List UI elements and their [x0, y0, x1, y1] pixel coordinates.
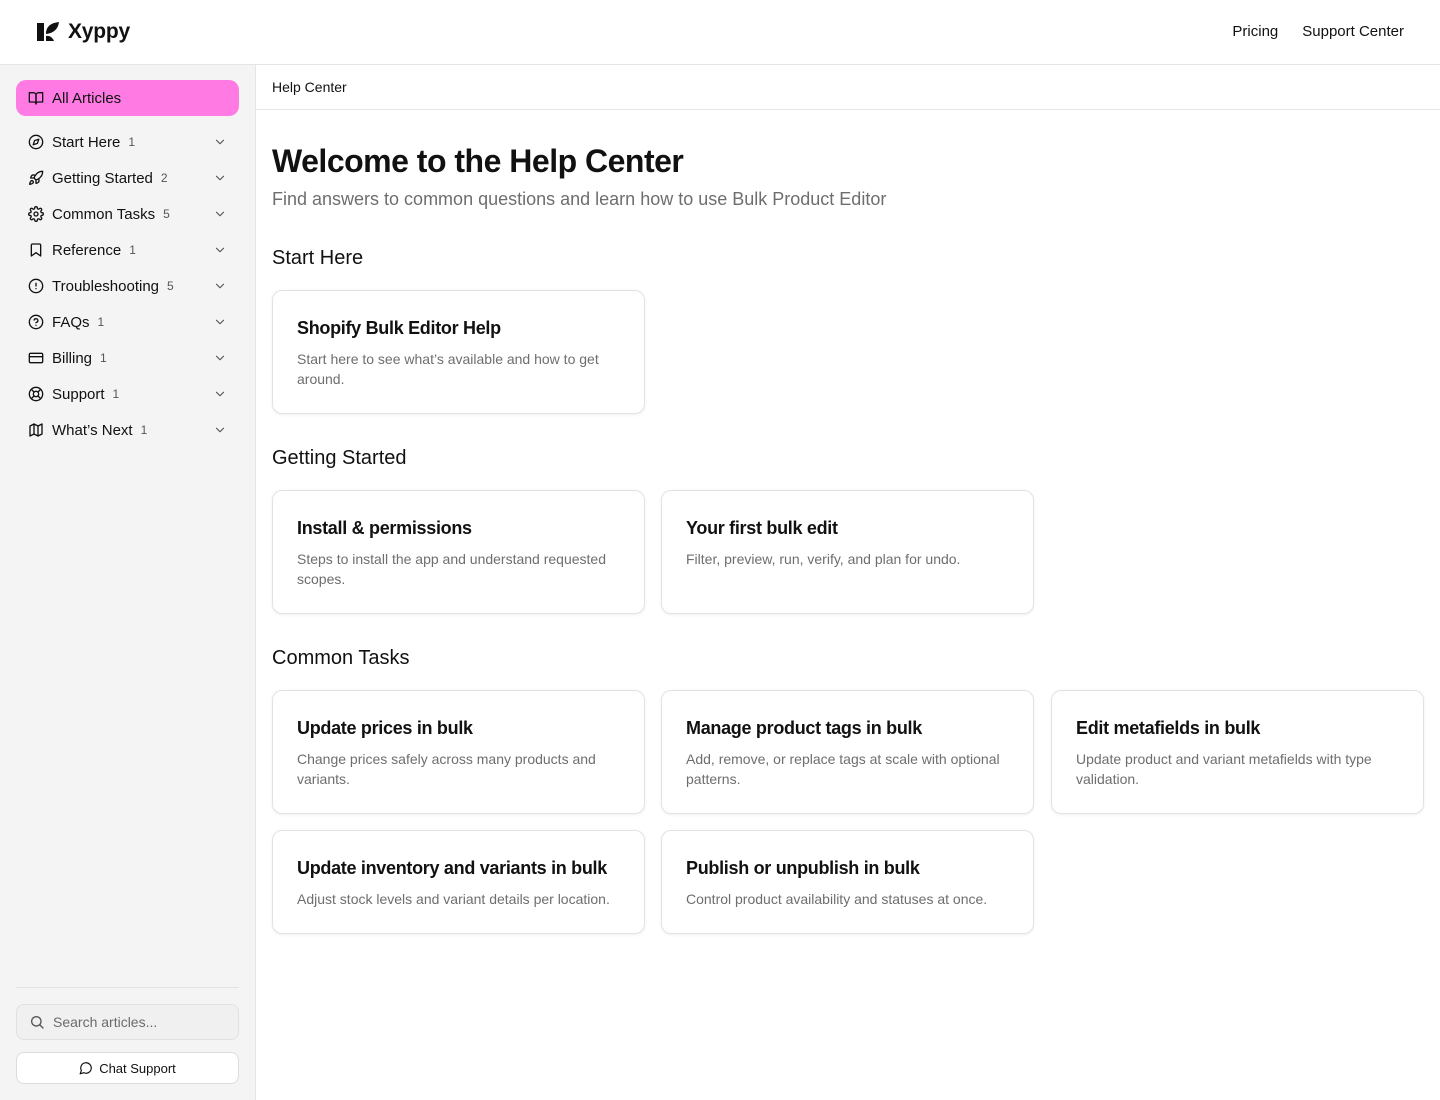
article-card[interactable]: Edit metafields in bulk Update product a… [1051, 690, 1424, 814]
message-circle-icon [79, 1062, 93, 1075]
article-card[interactable]: Publish or unpublish in bulk Control pro… [661, 830, 1034, 934]
main-content: Help Center Welcome to the Help Center F… [256, 65, 1440, 1100]
brand-logo[interactable]: Xyppy [36, 20, 130, 44]
sidebar-item-label: Troubleshooting [52, 277, 160, 295]
sidebar-category-list: Start Here 1 Getting Started 2 Common Ta… [16, 124, 239, 448]
section-title-common-tasks: Common Tasks [272, 647, 410, 669]
help-circle-icon [28, 314, 44, 330]
article-card-title: Publish or unpublish in bulk [686, 858, 920, 878]
sidebar-item-count: 1 [100, 351, 107, 365]
article-card-title: Install & permissions [297, 518, 472, 538]
sidebar-item-whats-next[interactable]: What’s Next 1 [16, 412, 239, 448]
article-card[interactable]: Manage product tags in bulk Add, remove,… [661, 690, 1034, 814]
article-card-description: Start here to see what’s available and h… [297, 351, 599, 387]
chevron-down-icon[interactable] [213, 171, 227, 185]
article-card[interactable]: Your first bulk edit Filter, preview, ru… [661, 490, 1034, 614]
sidebar-item-common-tasks[interactable]: Common Tasks 5 [16, 196, 239, 232]
sidebar-item-label: All Articles [52, 89, 122, 107]
section-title-getting-started: Getting Started [272, 447, 407, 469]
article-card-description: Add, remove, or replace tags at scale wi… [686, 751, 1000, 787]
top-bar: Xyppy Pricing Support Center [0, 0, 1440, 65]
rocket-icon [29, 170, 44, 185]
article-card-title: Shopify Bulk Editor Help [297, 318, 501, 338]
book-open-icon [28, 92, 44, 105]
sidebar-item-count: 5 [163, 207, 170, 221]
gear-icon [28, 206, 44, 222]
alert-circle-icon [28, 278, 44, 294]
sidebar-item-start-here[interactable]: Start Here 1 [16, 124, 239, 160]
article-card-title: Update inventory and variants in bulk [297, 858, 607, 878]
chevron-down-icon[interactable] [213, 315, 227, 329]
top-nav: Pricing Support Center [1232, 23, 1404, 40]
search-input[interactable] [53, 1014, 223, 1030]
sidebar-item-count: 2 [160, 171, 168, 185]
sidebar-item-label: Common Tasks [52, 205, 156, 223]
sidebar-item-all-articles[interactable]: All Articles [16, 80, 239, 116]
chevron-down-icon[interactable] [213, 243, 227, 257]
sidebar-item-label: Reference [52, 241, 122, 259]
article-card-description: Control product availability and statuse… [686, 891, 988, 907]
chat-support-button[interactable]: Chat Support [16, 1052, 239, 1084]
article-card[interactable]: Update inventory and variants in bulk Ad… [272, 830, 645, 934]
sidebar-item-support[interactable]: Support 1 [16, 376, 239, 412]
pricing-link[interactable]: Pricing [1232, 23, 1278, 40]
article-card-description: Update product and variant metafields wi… [1076, 751, 1372, 787]
article-card-title: Edit metafields in bulk [1076, 718, 1261, 738]
lifebuoy-icon [28, 386, 44, 402]
sidebar-item-faqs[interactable]: FAQs 1 [16, 304, 239, 340]
article-card-title: Update prices in bulk [297, 718, 473, 738]
sidebar: All Articles Start Here 1 Getting Starte… [0, 65, 256, 1100]
brand-name: Xyppy [68, 20, 131, 43]
credit-card-icon [28, 352, 44, 364]
article-card-description: Change prices safely across many product… [297, 751, 596, 787]
breadcrumb: Help Center [256, 65, 1440, 110]
search-box [16, 1004, 239, 1040]
sidebar-item-label: Billing [52, 349, 93, 367]
chevron-down-icon[interactable] [213, 351, 227, 365]
chat-support-label: Chat Support [99, 1060, 176, 1076]
sidebar-item-label: Start Here [52, 133, 121, 151]
xyppy-logo-icon [37, 22, 59, 41]
chevron-down-icon[interactable] [213, 207, 227, 221]
sidebar-item-label: FAQs [52, 313, 90, 331]
sidebar-item-count: 1 [129, 243, 136, 257]
article-card-description: Filter, preview, run, verify, and plan f… [686, 551, 961, 567]
search-icon [31, 1016, 44, 1029]
sidebar-item-count: 1 [112, 387, 120, 401]
bookmark-icon [30, 243, 42, 257]
sidebar-item-troubleshooting[interactable]: Troubleshooting 5 [16, 268, 239, 304]
sidebar-footer: Chat Support [16, 987, 239, 1084]
support-center-link[interactable]: Support Center [1302, 23, 1404, 40]
article-card-description: Adjust stock levels and variant details … [297, 891, 610, 907]
sidebar-item-billing[interactable]: Billing 1 [16, 340, 239, 376]
map-icon [29, 423, 43, 437]
compass-icon [28, 134, 44, 150]
breadcrumb-help-center[interactable]: Help Center [272, 79, 347, 95]
sidebar-item-reference[interactable]: Reference 1 [16, 232, 239, 268]
chevron-down-icon[interactable] [213, 279, 227, 293]
sidebar-item-label: What’s Next [52, 421, 133, 439]
sidebar-item-label: Getting Started [52, 169, 153, 187]
section-title-start-here: Start Here [272, 247, 364, 269]
article-card[interactable]: Install & permissions Steps to install t… [272, 490, 645, 614]
sidebar-item-count: 1 [128, 135, 136, 149]
article-card-title: Your first bulk edit [686, 518, 838, 538]
article-card-description: Steps to install the app and understand … [297, 551, 606, 587]
sidebar-item-count: 1 [140, 423, 148, 437]
sidebar-item-getting-started[interactable]: Getting Started 2 [16, 160, 239, 196]
article-card-title: Manage product tags in bulk [686, 718, 922, 738]
chevron-down-icon[interactable] [213, 423, 227, 437]
article-card[interactable]: Shopify Bulk Editor Help Start here to s… [272, 290, 645, 414]
chevron-down-icon[interactable] [213, 135, 227, 149]
page-title: Welcome to the Help Center [272, 143, 684, 179]
page-subtitle: Find answers to common questions and lea… [272, 189, 887, 209]
article-card[interactable]: Update prices in bulk Change prices safe… [272, 690, 645, 814]
sidebar-item-label: Support [52, 385, 105, 403]
sidebar-item-count: 5 [167, 279, 174, 293]
chevron-down-icon[interactable] [213, 387, 227, 401]
sidebar-item-count: 1 [97, 315, 105, 329]
